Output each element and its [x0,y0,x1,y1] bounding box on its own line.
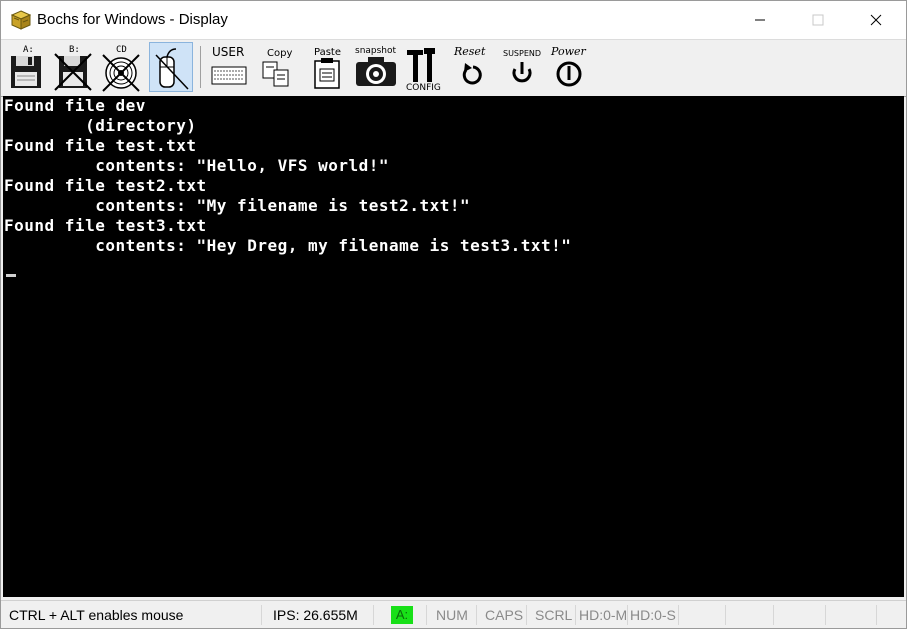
floppy-a-label: A: [23,45,34,55]
maximize-icon [812,14,824,26]
scroll-lock-indicator: SCRL [535,605,576,625]
window-title: Bochs for Windows - Display [37,11,228,28]
hd0-slave-indicator: HD:0-S [630,605,679,625]
minimize-button[interactable] [731,1,789,39]
snapshot-button[interactable]: snapshot [353,42,397,92]
console-line: contents: "My filename is test2.txt!" [4,196,471,215]
config-button[interactable]: CONFIG [403,42,447,92]
status-divider [773,605,774,625]
status-divider [725,605,726,625]
config-label: CONFIG [406,83,441,92]
cdrom-disabled-icon: CD [102,45,140,92]
mouse-capture-button[interactable] [149,42,193,92]
close-icon [870,14,882,26]
camera-icon: snapshot [355,46,397,86]
cdrom-label: CD [116,45,127,55]
bochs-window: Bochs for Windows - Display A: B: CD USE… [0,0,907,629]
floppy-b-button[interactable]: B: [51,42,95,92]
paste-button[interactable]: Paste [305,42,349,92]
bochs-toolbar: A: B: CD USER Copy Paste snapshot CONFIG… [1,39,906,97]
reset-label: Reset [453,45,486,58]
mouse-hint-text: CTRL + ALT enables mouse [9,605,262,625]
snapshot-label: snapshot [355,46,397,56]
status-divider [876,605,877,625]
console-line: (directory) [4,116,197,135]
mouse-capture-icon [155,48,189,90]
power-button[interactable]: Power [547,42,591,92]
reset-icon: Reset [453,45,486,85]
console-line: Found file test3.txt [4,216,207,235]
power-icon: Power [550,45,587,87]
config-tools-icon: CONFIG [406,48,441,92]
floppy-a-activity-led: A: [391,606,413,624]
suspend-button[interactable]: SUSPEND [499,42,543,92]
num-lock-indicator: NUM [436,605,477,625]
user-keyboard-icon: USER [211,45,247,85]
copy-label: Copy [267,48,292,59]
reset-button[interactable]: Reset [451,42,495,92]
minimize-icon [755,19,765,21]
user-button[interactable]: USER [207,42,251,92]
console-line: contents: "Hello, VFS world!" [4,156,390,175]
bochs-app-icon [11,10,31,30]
console-line: Found file test2.txt [4,176,207,195]
status-divider [825,605,826,625]
suspend-icon: SUSPEND [503,49,541,83]
console-line: Found file test.txt [4,136,197,155]
suspend-label: SUSPEND [503,49,541,58]
console-line: contents: "Hey Dreg, my filename is test… [4,236,572,255]
toolbar-separator [200,46,201,88]
hd0-master-indicator: HD:0-M [579,605,628,625]
cdrom-button[interactable]: CD [99,42,143,92]
floppy-a-button[interactable]: A: [5,42,49,92]
status-bar: CTRL + ALT enables mouse IPS: 26.655M A:… [1,600,906,628]
floppy-b-disabled-icon: B: [54,45,92,91]
power-label: Power [550,45,587,58]
caps-lock-indicator: CAPS [485,605,527,625]
floppy-b-label: B: [69,45,80,55]
emulator-display[interactable]: Found file dev (directory) Found file te… [3,96,904,597]
console-line: Found file dev [4,96,146,115]
paste-label: Paste [314,47,341,58]
status-divider [426,605,427,625]
floppy-a-icon: A: [11,45,41,88]
text-cursor [6,274,16,277]
copy-icon: Copy [262,48,292,87]
title-bar[interactable]: Bochs for Windows - Display [1,1,906,39]
paste-icon: Paste [314,47,341,89]
user-label: USER [212,45,244,59]
maximize-button[interactable] [789,1,847,39]
ips-readout: IPS: 26.655M [273,605,374,625]
close-button[interactable] [847,1,905,39]
copy-button[interactable]: Copy [255,42,299,92]
